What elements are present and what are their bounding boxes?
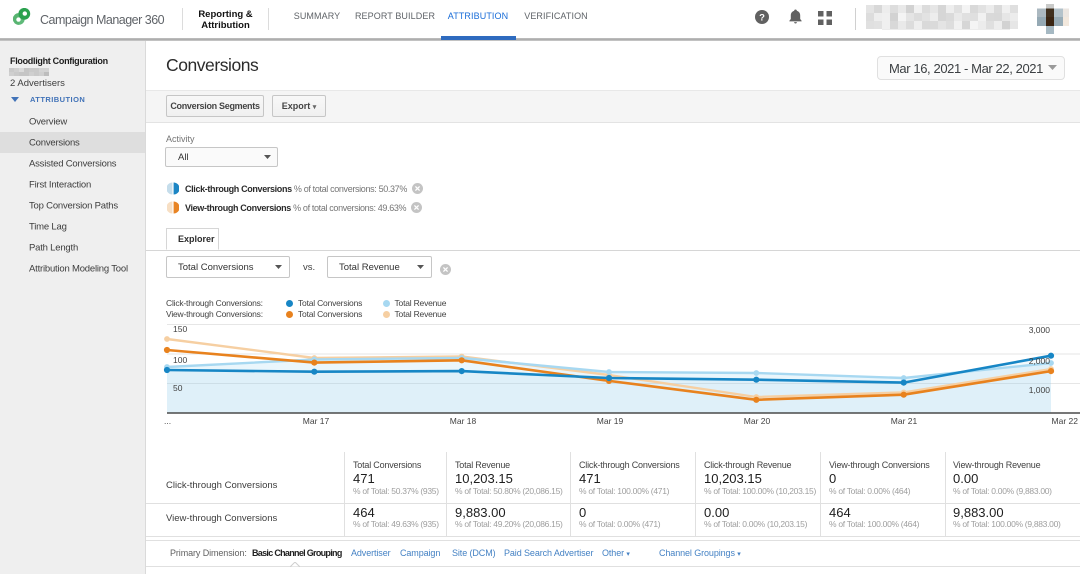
svg-text:?: ? — [759, 12, 765, 23]
